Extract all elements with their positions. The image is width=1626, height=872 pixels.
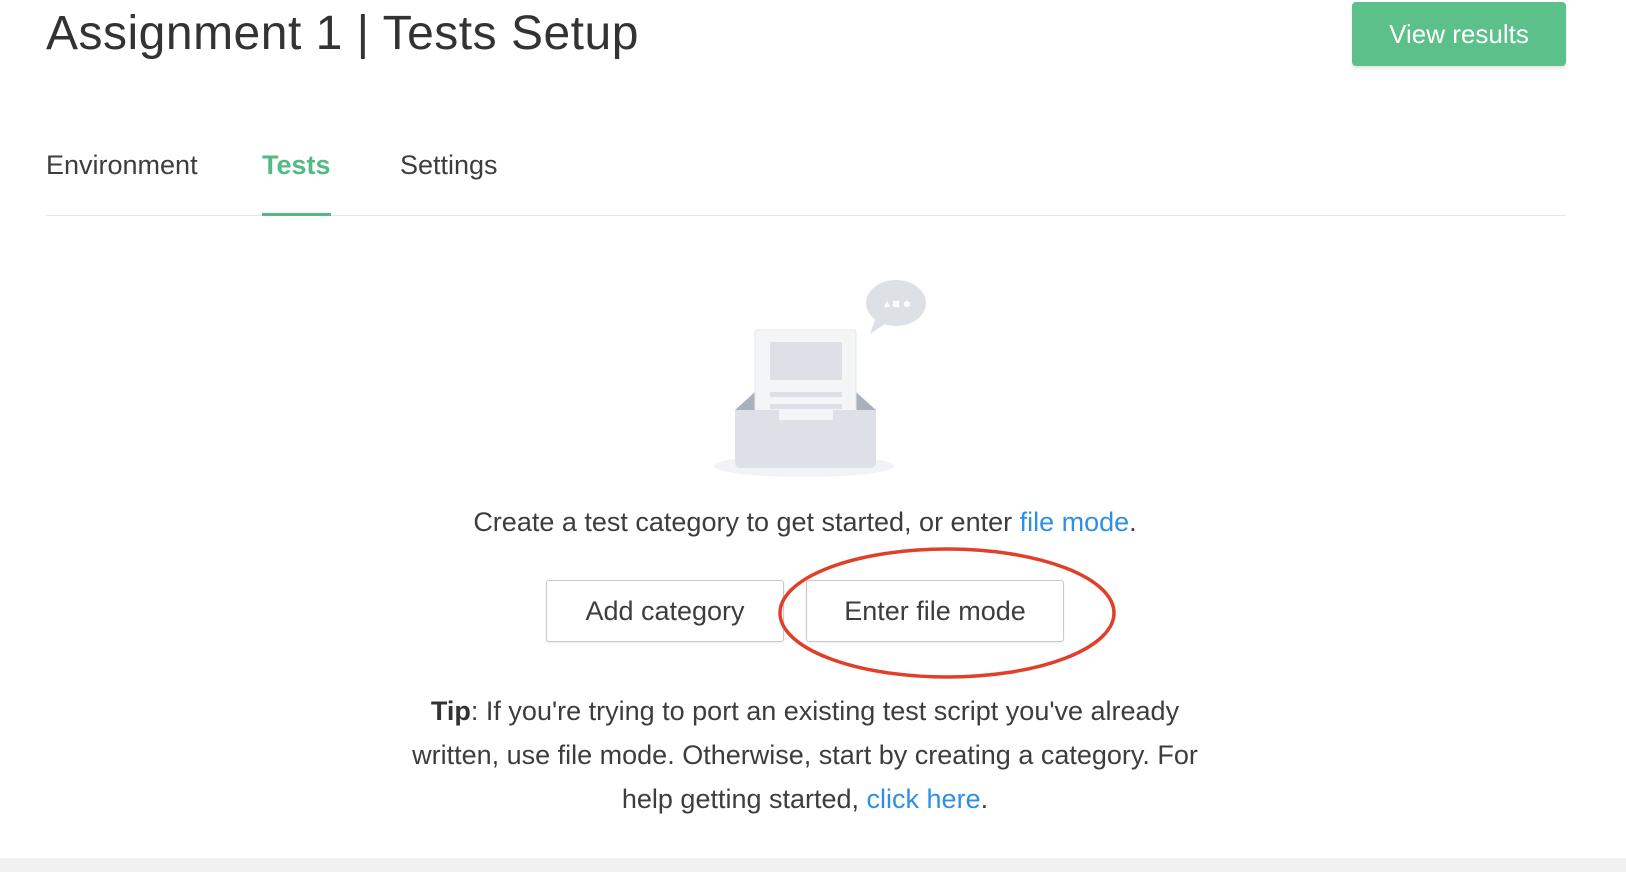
chat-bubble-icon (866, 280, 926, 334)
intro-text: Create a test category to get started, o… (473, 507, 1020, 537)
tip-text: : If you're trying to port an existing t… (412, 696, 1198, 814)
empty-state-message: Create a test category to get started, o… (0, 502, 1610, 542)
tests-setup-page: Assignment 1 | Tests Setup View results … (0, 0, 1626, 872)
tip-paragraph: Tip: If you're trying to port an existin… (400, 689, 1210, 821)
tab-settings-label: Settings (400, 150, 498, 180)
enter-file-mode-button[interactable]: Enter file mode (806, 580, 1064, 642)
inbox-document-icon (714, 280, 926, 477)
click-here-link[interactable]: click here (867, 784, 981, 814)
view-results-button[interactable]: View results (1352, 2, 1566, 66)
page-title: Assignment 1 | Tests Setup (46, 7, 639, 60)
intro-end: . (1129, 507, 1137, 537)
tab-bar: Environment Tests Settings (46, 140, 1566, 216)
tab-environment[interactable]: Environment (46, 140, 198, 215)
file-mode-link[interactable]: file mode (1020, 507, 1130, 537)
tab-tests-label: Tests (262, 150, 331, 180)
tab-settings[interactable]: Settings (400, 140, 498, 215)
tab-environment-label: Environment (46, 150, 198, 180)
bottom-strip (0, 858, 1626, 872)
active-tab-indicator (262, 213, 331, 216)
tab-tests[interactable]: Tests (262, 140, 331, 216)
tip-label: Tip (430, 696, 471, 726)
add-category-button[interactable]: Add category (546, 580, 784, 642)
tip-end: . (980, 784, 989, 814)
